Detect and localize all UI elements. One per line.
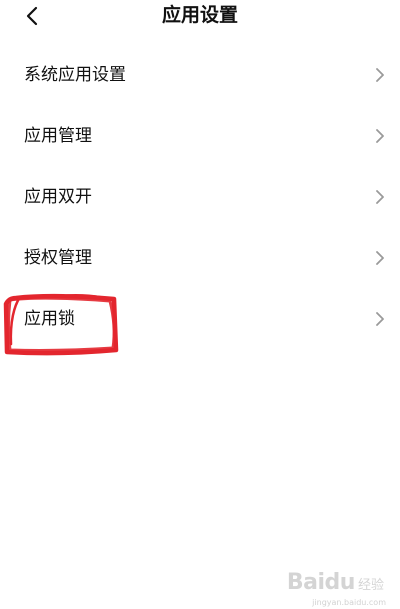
chevron-right-icon <box>376 311 384 326</box>
settings-item-label: 应用锁 <box>24 308 75 329</box>
settings-item-label: 应用双开 <box>24 186 92 207</box>
settings-list: 系统应用设置 应用管理 应用双开 授权管理 应用锁 <box>0 44 400 349</box>
top-bar: 应用设置 <box>0 0 400 34</box>
settings-item-app-management[interactable]: 应用管理 <box>0 105 400 166</box>
chevron-right-icon <box>376 189 384 204</box>
baidu-jingyan-watermark: Baidu 经验 <box>287 570 384 595</box>
settings-item-label: 系统应用设置 <box>24 64 126 85</box>
watermark-suffix: 经验 <box>357 578 384 593</box>
chevron-right-icon <box>376 250 384 265</box>
chevron-right-icon <box>376 128 384 143</box>
settings-item-dual-apps[interactable]: 应用双开 <box>0 166 400 227</box>
settings-item-label: 授权管理 <box>24 247 92 268</box>
page-title: 应用设置 <box>161 4 238 26</box>
chevron-right-icon <box>376 67 384 82</box>
settings-item-app-lock[interactable]: 应用锁 <box>0 288 400 349</box>
settings-item-label: 应用管理 <box>24 125 92 146</box>
watermark-brand: Baidu <box>286 570 356 595</box>
watermark-url: jingyan.baidu.com <box>312 598 386 607</box>
settings-item-permission-management[interactable]: 授权管理 <box>0 227 400 288</box>
settings-item-system-app-settings[interactable]: 系统应用设置 <box>0 44 400 105</box>
